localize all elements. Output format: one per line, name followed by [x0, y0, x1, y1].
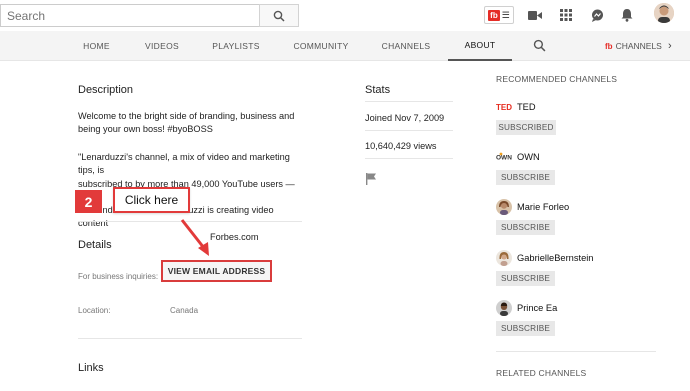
annotation-arrow-icon: [180, 219, 209, 256]
search-icon: [273, 10, 285, 22]
channel-search-button[interactable]: [533, 39, 547, 53]
search-box[interactable]: [0, 4, 259, 27]
location-value: Canada: [170, 306, 199, 315]
recommended-channels-heading: RECOMMENDED CHANNELS: [496, 74, 618, 84]
divider: [78, 338, 302, 339]
click-here-callout: Click here: [113, 187, 190, 213]
subscribe-button[interactable]: SUBSCRIBE: [496, 220, 555, 235]
video-camera-icon: [528, 10, 542, 20]
avatar: [496, 199, 512, 215]
description-paragraph-1: Welcome to the bright side of branding, …: [78, 110, 302, 137]
subscribe-button[interactable]: SUBSCRIBE: [496, 271, 555, 286]
tab-channels[interactable]: CHANNELS: [378, 31, 434, 61]
view-count: 10,640,429 views: [365, 141, 437, 151]
apps-button[interactable]: [558, 7, 574, 23]
links-title: Links: [78, 362, 104, 374]
svg-text:TED: TED: [496, 103, 512, 112]
tab-about[interactable]: ABOUT: [448, 31, 512, 61]
user-avatar-icon: [654, 3, 674, 23]
extension-channels-tab[interactable]: fb CHANNELS: [605, 31, 665, 61]
recommended-channel[interactable]: TED TED: [496, 99, 536, 115]
subscribe-button[interactable]: SUBSCRIBE: [496, 170, 555, 185]
channel-name[interactable]: TED: [517, 102, 536, 112]
divider: [496, 351, 656, 352]
related-channels-heading: RELATED CHANNELS: [496, 368, 587, 378]
apps-grid-icon: [560, 9, 572, 21]
chat-bubble-icon: [591, 9, 603, 22]
avatar: [496, 300, 512, 316]
search-input[interactable]: [1, 5, 259, 26]
tab-playlists[interactable]: PLAYLISTS: [210, 31, 262, 61]
bell-icon: [621, 9, 633, 22]
upload-video-button[interactable]: [527, 7, 543, 23]
view-email-address-button[interactable]: VIEW EMAIL ADDRESS: [161, 260, 272, 282]
channel-name[interactable]: Marie Forleo: [517, 202, 569, 212]
flag-icon[interactable]: [365, 172, 377, 185]
description-title: Description: [78, 84, 134, 96]
avatar: [496, 250, 512, 266]
description-line: subscribed to by more than 49,000 YouTub…: [78, 178, 295, 202]
tab-videos[interactable]: VIDEOS: [140, 31, 184, 61]
notifications-button[interactable]: [619, 7, 635, 23]
divider: [365, 101, 453, 102]
tab-home[interactable]: HOME: [78, 31, 115, 61]
channel-nav: HOME VIDEOS PLAYLISTS COMMUNITY CHANNELS…: [0, 31, 690, 61]
description-line: being your own boss! #byoBOSS: [78, 124, 213, 135]
extension-tab-label: CHANNELS: [615, 41, 662, 51]
step-number-badge: 2: [75, 190, 102, 213]
svg-text:OWN: OWN: [496, 155, 512, 162]
search-button[interactable]: [259, 4, 299, 27]
joined-date: Joined Nov 7, 2009: [365, 113, 445, 123]
menu-icon: ☰: [501, 9, 510, 20]
extension-button[interactable]: fb ☰: [484, 6, 514, 24]
description-line: Welcome to the bright side of branding, …: [78, 111, 295, 121]
recommended-channel[interactable]: OWN OWN: [496, 149, 540, 165]
ted-logo-icon: TED: [496, 99, 512, 115]
own-logo-icon: OWN: [496, 149, 512, 165]
chevron-right-icon[interactable]: ›: [668, 40, 672, 52]
description-line: "Lenarduzzi's channel, a mix of video an…: [78, 152, 290, 176]
subscribe-button[interactable]: SUBSCRIBE: [496, 321, 555, 336]
subscribed-button[interactable]: SUBSCRIBED: [496, 120, 556, 135]
channel-name[interactable]: GabrielleBernstein: [517, 253, 593, 263]
channel-name[interactable]: Prince Ea: [517, 303, 557, 313]
recommended-channel[interactable]: Marie Forleo: [496, 199, 569, 215]
recommended-channel[interactable]: GabrielleBernstein: [496, 250, 593, 266]
extension-logo: fb: [605, 41, 613, 51]
search-icon: [533, 39, 546, 52]
recommended-channel[interactable]: Prince Ea: [496, 300, 557, 316]
location-label: Location:: [78, 306, 111, 315]
details-title: Details: [78, 239, 112, 251]
divider: [365, 130, 453, 131]
extension-logo: fb: [488, 9, 500, 21]
messages-button[interactable]: [589, 7, 605, 23]
business-inquiries-label: For business inquiries:: [78, 272, 159, 281]
stats-title: Stats: [365, 84, 391, 96]
tab-community[interactable]: COMMUNITY: [290, 31, 352, 61]
channel-name[interactable]: OWN: [517, 152, 540, 162]
divider: [365, 158, 453, 159]
account-avatar[interactable]: [654, 3, 674, 23]
top-bar: fb ☰: [0, 0, 690, 31]
